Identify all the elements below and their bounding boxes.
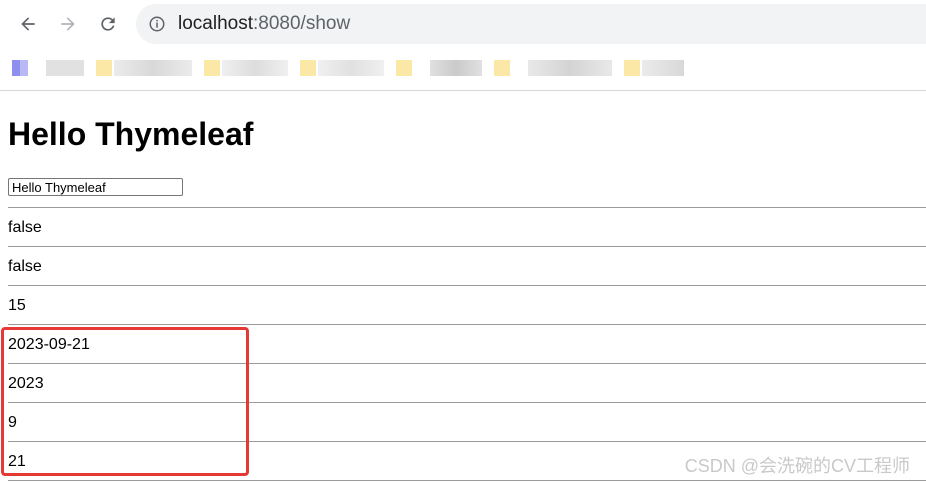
- reload-button[interactable]: [92, 8, 124, 40]
- bookmark-item[interactable]: [114, 60, 192, 76]
- text-input[interactable]: [8, 178, 183, 196]
- red-highlight-box: [1, 327, 249, 476]
- folder-icon[interactable]: [396, 60, 412, 76]
- bookmark-item[interactable]: [642, 60, 684, 76]
- bookmark-item[interactable]: [46, 60, 84, 76]
- bookmark-icon[interactable]: [12, 60, 28, 76]
- result-row: false: [8, 246, 926, 285]
- back-button[interactable]: [12, 8, 44, 40]
- bookmark-item[interactable]: [222, 60, 288, 76]
- forward-arrow-icon: [61, 17, 75, 31]
- bookmark-item[interactable]: [528, 60, 612, 76]
- folder-icon[interactable]: [204, 60, 220, 76]
- result-value: 15: [8, 297, 26, 314]
- divider: [8, 207, 926, 208]
- forward-button[interactable]: [52, 8, 84, 40]
- result-row-end: [8, 480, 926, 481]
- divider: [8, 246, 926, 247]
- info-icon[interactable]: [148, 15, 166, 33]
- folder-icon[interactable]: [494, 60, 510, 76]
- back-arrow-icon: [21, 17, 35, 31]
- address-bar-url: localhost:8080/show: [178, 13, 350, 35]
- divider: [8, 480, 926, 481]
- bookmark-item[interactable]: [318, 60, 384, 76]
- watermark: CSDN @会洗碗的CV工程师: [684, 456, 910, 476]
- url-host: localhost: [178, 13, 253, 34]
- bookmark-item[interactable]: [430, 60, 482, 76]
- divider: [8, 285, 926, 286]
- folder-icon[interactable]: [96, 60, 112, 76]
- result-row: false: [8, 207, 926, 246]
- divider: [8, 324, 926, 325]
- url-path: :8080/show: [253, 13, 351, 34]
- bookmarks-bar: [0, 48, 926, 91]
- folder-icon[interactable]: [624, 60, 640, 76]
- page-heading: Hello Thymeleaf: [8, 116, 254, 152]
- result-value: false: [8, 219, 42, 236]
- address-bar[interactable]: localhost:8080/show: [136, 4, 926, 44]
- folder-icon[interactable]: [300, 60, 316, 76]
- result-row: 15: [8, 285, 926, 324]
- browser-toolbar: localhost:8080/show: [0, 0, 926, 48]
- reload-icon: [101, 17, 115, 31]
- result-value: false: [8, 258, 42, 275]
